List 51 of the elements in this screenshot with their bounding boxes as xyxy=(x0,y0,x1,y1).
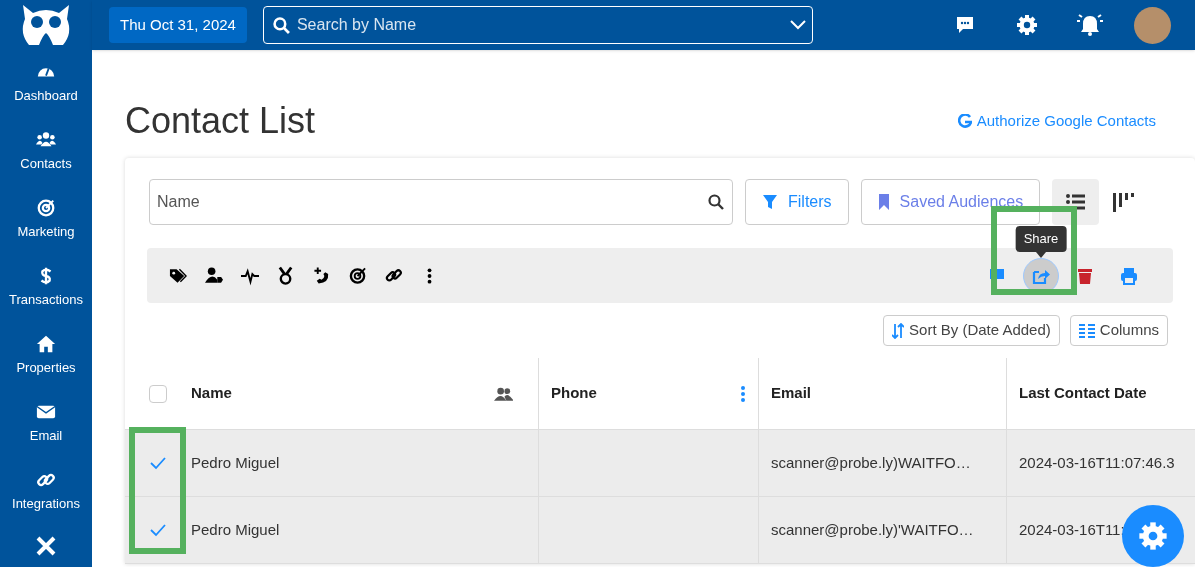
sidebar-item[interactable]: Transactions xyxy=(0,254,92,322)
medal-icon[interactable] xyxy=(277,265,295,286)
filter-icon xyxy=(762,194,778,210)
sidebar-item[interactable]: Marketing xyxy=(0,186,92,254)
columns-icon xyxy=(1078,323,1095,338)
sort-icon xyxy=(892,322,905,339)
sidebar-item[interactable]: Integrations xyxy=(0,458,92,526)
table-cell-text: Pedro Miguel xyxy=(191,519,280,540)
columns-button[interactable]: Columns xyxy=(1069,315,1168,346)
settings-icon xyxy=(1138,521,1168,551)
bell-icon[interactable] xyxy=(1076,13,1104,37)
sidebar-item[interactable]: Email xyxy=(0,390,92,458)
checkbox[interactable] xyxy=(149,384,167,403)
column-header[interactable]: Email xyxy=(771,382,812,405)
more-vertical-icon xyxy=(740,385,746,402)
sidebar-item[interactable]: Contacts xyxy=(0,118,92,186)
phone-plus-icon[interactable] xyxy=(313,265,331,286)
table-cell-text: 2024-03-16T11: xyxy=(1019,519,1125,540)
people-icon xyxy=(494,386,513,401)
column-header[interactable]: Name xyxy=(191,382,232,405)
list-icon xyxy=(1064,192,1087,212)
table-row[interactable]: Pedro Miguel scanner@probe.ly)'WAITFO… 2024-03-16T11: xyxy=(125,497,1195,564)
google-icon xyxy=(957,114,972,128)
user-tag-icon[interactable] xyxy=(205,265,223,286)
column-header[interactable]: Phone xyxy=(551,382,597,405)
name-search-field[interactable]: Name xyxy=(149,179,733,225)
column-header[interactable]: Last Contact Date xyxy=(1019,382,1147,405)
sidebar-item[interactable]: Dashboard xyxy=(0,50,92,118)
trash-icon xyxy=(1076,266,1094,285)
chevron-down-icon xyxy=(788,19,807,31)
search-icon xyxy=(708,194,724,210)
sort-button[interactable]: Sort By (Date Added) xyxy=(883,315,1060,346)
table-cell-text: 2024-03-16T11:07:46.3 xyxy=(1019,452,1175,473)
search-field[interactable]: Search by Name xyxy=(262,6,813,44)
date-label: Thu Oct 31, 2024 xyxy=(109,7,247,43)
house-icon xyxy=(35,334,57,355)
target-icon xyxy=(35,198,57,219)
settings-icon[interactable] xyxy=(1016,14,1038,36)
target-icon[interactable] xyxy=(349,265,367,286)
kanban-icon xyxy=(1111,192,1134,212)
table-cell-text: scanner@probe.ly)WAITFO… xyxy=(771,452,971,473)
table-cell-text: Pedro Miguel xyxy=(191,452,280,473)
avatar[interactable] xyxy=(1134,6,1171,44)
search-icon xyxy=(272,17,290,34)
table-cell-text: scanner@probe.ly)'WAITFO… xyxy=(771,519,974,540)
bookmark-icon xyxy=(877,194,890,210)
tooltip: Share xyxy=(1015,226,1067,252)
sidebar-item[interactable]: Properties xyxy=(0,322,92,390)
page-title: Contact List xyxy=(125,99,316,143)
table-row[interactable]: Pedro Miguel scanner@probe.ly)WAITFO… 2024-03-16T11:07:46.3 xyxy=(125,430,1195,497)
printer-icon xyxy=(1120,266,1138,285)
